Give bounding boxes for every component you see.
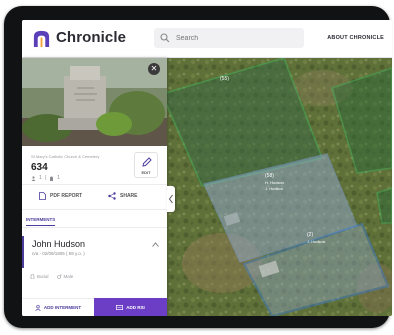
rsi-icon bbox=[116, 304, 124, 310]
pencil-icon bbox=[142, 157, 152, 167]
plot-photo[interactable]: ✕ bbox=[22, 58, 167, 146]
interment-list-item[interactable]: John Hudson n/a - 02/09/1905 ( 59 y.o. ) bbox=[22, 236, 167, 268]
interment-dates: n/a - 02/09/1905 ( 59 y.o. ) bbox=[32, 251, 85, 256]
pdf-report-button[interactable]: PDF REPORT bbox=[39, 192, 82, 200]
app-screen: (55) (58) H. Hudson J. Hudson (2) J. Hud… bbox=[22, 20, 392, 316]
about-link[interactable]: ABOUT CHRONICLE bbox=[327, 35, 384, 41]
share-label: SHARE bbox=[120, 193, 138, 199]
add-interment-button[interactable]: ADD INTERMENT bbox=[22, 298, 94, 316]
interment-type-label: Burial bbox=[37, 274, 49, 279]
edit-button[interactable]: EDIT bbox=[134, 152, 158, 178]
burial-icon bbox=[30, 274, 35, 279]
document-icon bbox=[39, 192, 46, 200]
interment-type: Burial bbox=[30, 274, 49, 279]
app-title: Chronicle bbox=[56, 29, 127, 46]
interment-meta: Burial Male bbox=[30, 274, 73, 279]
map-plot-label: J. Hudson bbox=[307, 239, 325, 244]
plot-counts: 1 | 1 bbox=[31, 175, 60, 181]
plot-number: 634 bbox=[31, 162, 48, 173]
pdf-report-label: PDF REPORT bbox=[50, 193, 83, 199]
male-icon bbox=[56, 274, 62, 279]
map-plot-label: (55) bbox=[220, 76, 229, 82]
collapse-panel-button[interactable] bbox=[167, 186, 175, 212]
edit-label: EDIT bbox=[141, 170, 151, 175]
headstone-icon bbox=[50, 176, 54, 181]
share-button[interactable]: SHARE bbox=[108, 192, 138, 200]
plot-details-panel: ✕ St Mary's Catholic Church & Cemetery 6… bbox=[22, 58, 167, 316]
cemetery-name: St Mary's Catholic Church & Cemetery bbox=[31, 154, 100, 159]
map-plot-label: (58) bbox=[265, 173, 274, 179]
chevron-left-icon bbox=[168, 194, 173, 204]
chronicle-logo-icon[interactable] bbox=[32, 29, 51, 48]
close-photo-button[interactable]: ✕ bbox=[148, 63, 160, 75]
add-interment-label: ADD INTERMENT bbox=[43, 305, 82, 310]
add-rsi-button[interactable]: ADD RSI bbox=[94, 298, 167, 316]
panel-tabs: INTERMENTS bbox=[22, 214, 167, 228]
search-icon bbox=[160, 33, 170, 43]
search-input[interactable] bbox=[176, 34, 296, 42]
person-icon bbox=[31, 175, 36, 181]
interment-name: John Hudson bbox=[32, 239, 86, 249]
map-plot-label: (2) bbox=[307, 232, 313, 238]
plot-actions: PDF REPORT SHARE bbox=[22, 184, 167, 210]
map-plot-label: J. Hudson bbox=[265, 186, 283, 191]
headstone-count: 1 bbox=[57, 175, 60, 181]
tab-divider bbox=[22, 227, 167, 228]
tablet-frame: (55) (58) H. Hudson J. Hudson (2) J. Hud… bbox=[4, 6, 392, 328]
map-plot-label: H. Hudson bbox=[265, 180, 284, 185]
count-separator: | bbox=[44, 175, 47, 181]
chevron-up-icon[interactable] bbox=[152, 242, 159, 247]
add-person-icon bbox=[35, 304, 41, 311]
top-header: Chronicle ABOUT CHRONICLE bbox=[22, 20, 392, 58]
tab-interments[interactable]: INTERMENTS bbox=[26, 217, 56, 226]
search-bar[interactable] bbox=[154, 28, 304, 48]
interment-count: 1 bbox=[39, 175, 42, 181]
interment-gender: Male bbox=[56, 274, 74, 279]
share-icon bbox=[108, 192, 116, 200]
interment-gender-label: Male bbox=[63, 274, 74, 279]
add-rsi-label: ADD RSI bbox=[126, 304, 145, 310]
panel-footer: ADD INTERMENT ADD RSI bbox=[22, 298, 167, 316]
